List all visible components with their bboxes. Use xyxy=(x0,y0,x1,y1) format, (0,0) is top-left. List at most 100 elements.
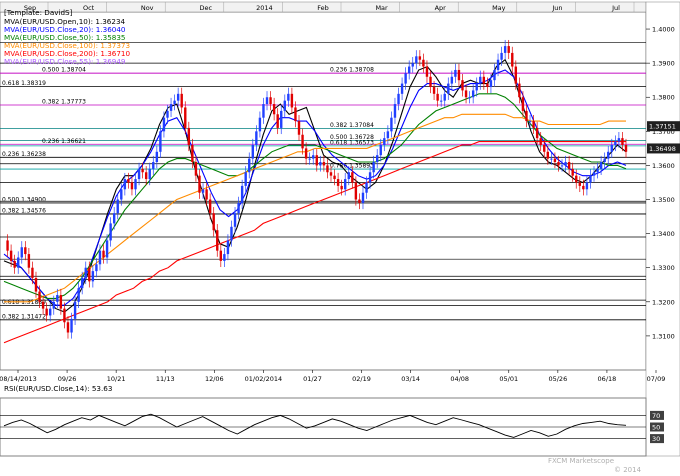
price-candle-body xyxy=(112,213,116,224)
price-candle-body xyxy=(564,162,567,166)
price-candle-body xyxy=(91,271,95,282)
price-candle-body xyxy=(6,240,9,251)
price-candle-body xyxy=(166,110,169,118)
price-candle-body xyxy=(169,104,173,111)
price-candle-body xyxy=(361,192,365,203)
price-candle-body xyxy=(187,127,191,145)
price-candle-body xyxy=(230,226,233,241)
price-candle-body xyxy=(283,100,286,111)
fib-level-label: 0.236 1.36238 xyxy=(2,151,46,158)
fib-level-label: 0.382 1.31472 xyxy=(2,313,46,320)
price-candle-body xyxy=(45,308,48,316)
price-candle-body xyxy=(276,114,279,128)
price-candle-body xyxy=(607,151,610,159)
month-label: Apr xyxy=(435,4,447,12)
price-candle-body xyxy=(287,93,290,101)
price-candle-body xyxy=(450,76,454,84)
price-candle-body xyxy=(70,318,73,333)
fib-level-label: 0.500 1.38704 xyxy=(42,67,86,74)
price-candle-body xyxy=(439,100,443,102)
x-tick-label: 09/26 xyxy=(58,375,77,383)
price-candle-body xyxy=(226,240,230,255)
price-candle-body xyxy=(436,93,439,101)
x-tick-label: 10/21 xyxy=(107,375,126,383)
price-candle-body xyxy=(304,148,308,159)
fib-level-label: 0.382 1.37773 xyxy=(42,98,86,105)
price-candle-body xyxy=(514,66,518,84)
price-candle-body xyxy=(614,141,617,145)
price-candle-body xyxy=(425,66,429,77)
price-candle-body xyxy=(212,213,215,231)
price-candle-body xyxy=(216,230,219,251)
price-candle-body xyxy=(461,80,464,91)
price-candle-body xyxy=(319,162,322,166)
price-candle-body xyxy=(73,301,77,319)
fib-level-label: 0.618 1.38319 xyxy=(2,80,46,87)
price-candle-body xyxy=(525,110,528,122)
price-candle-body xyxy=(105,240,109,258)
price-candle-body xyxy=(376,155,379,163)
price-axis-strip xyxy=(645,1,680,457)
price-candle-body xyxy=(621,138,624,145)
price-candle-body xyxy=(269,97,272,105)
month-label: May xyxy=(492,4,506,12)
price-candle-body xyxy=(205,189,208,200)
price-candle-body xyxy=(511,52,514,67)
price-candle-body xyxy=(159,131,162,152)
fib-level-label: 0.236 1.38708 xyxy=(330,67,374,74)
price-candle-body xyxy=(507,46,510,53)
price-candle-body xyxy=(244,172,247,186)
price-candle-body xyxy=(248,158,251,173)
x-tick-label: 05/26 xyxy=(548,375,567,383)
y-tick-label: 1.3400 xyxy=(652,230,675,238)
price-candle-body xyxy=(123,179,127,190)
price-candle-body xyxy=(17,257,20,268)
rsi-label: RSI(EUR/USD.Close,14): 53.63 xyxy=(4,384,112,393)
price-tag-label: 1.37151 xyxy=(649,123,676,131)
price-candle-body xyxy=(301,134,304,149)
rsi-level-label: 70 xyxy=(652,412,660,420)
price-candle-body xyxy=(24,247,27,255)
price-candle-body xyxy=(240,185,244,203)
price-candle-body xyxy=(582,185,585,190)
month-label: Nov xyxy=(141,4,154,12)
watermark-text: FXCM Marketscope xyxy=(548,457,614,465)
price-candle-body xyxy=(575,175,578,183)
price-candle-body xyxy=(457,69,461,81)
price-candle-body xyxy=(351,172,354,183)
price-candle-body xyxy=(27,254,31,268)
price-candle-body xyxy=(63,308,66,323)
price-candle-body xyxy=(347,172,350,180)
price-candle-body xyxy=(198,175,201,193)
price-candle-body xyxy=(290,93,294,108)
price-candle-body xyxy=(550,158,553,160)
price-candle-body xyxy=(137,168,141,180)
price-candle-body xyxy=(411,63,414,67)
x-tick-label: 06/18 xyxy=(598,375,617,383)
price-candle-body xyxy=(312,155,315,159)
price-candle-body xyxy=(418,56,422,60)
fib-level-label: 0.500 1.34900 xyxy=(2,196,46,203)
price-candle-body xyxy=(336,179,340,186)
price-candle-body xyxy=(176,93,180,101)
price-candle-body xyxy=(294,107,297,122)
x-tick-label: 05/01 xyxy=(499,375,518,383)
price-candle-body xyxy=(464,90,468,98)
month-label: Mar xyxy=(375,4,388,12)
price-candle-body xyxy=(535,127,539,139)
price-candle-body xyxy=(208,199,212,214)
y-tick-label: 1.3200 xyxy=(652,298,675,306)
price-candle-body xyxy=(148,168,151,180)
price-candle-body xyxy=(38,291,41,302)
x-tick-label: 02/19 xyxy=(352,375,371,383)
price-candle-body xyxy=(486,83,489,88)
price-candle-body xyxy=(162,117,166,132)
price-candle-body xyxy=(56,294,59,302)
price-candle-body xyxy=(88,267,91,282)
x-tick-label: 12/06 xyxy=(205,375,224,383)
price-candle-body xyxy=(518,83,521,98)
price-candle-body xyxy=(528,121,532,123)
price-candle-body xyxy=(400,83,404,94)
price-candle-body xyxy=(557,162,560,166)
price-candle-body xyxy=(471,90,475,98)
